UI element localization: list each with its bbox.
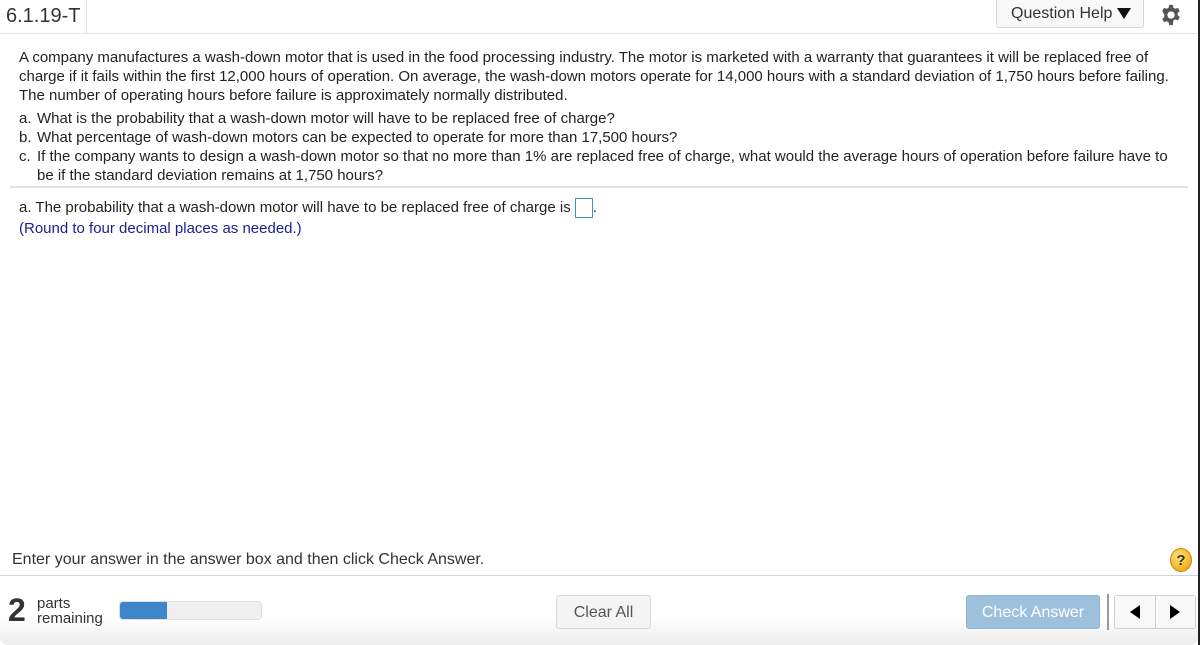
previous-question-button[interactable] bbox=[1115, 596, 1155, 628]
problem-intro: A company manufactures a wash-down motor… bbox=[19, 49, 1169, 104]
answer-input[interactable] bbox=[574, 198, 593, 218]
parts-remaining-label: parts remaining bbox=[37, 596, 103, 626]
progress-bar bbox=[119, 601, 262, 620]
question-nav bbox=[1114, 595, 1196, 629]
item-label: a. bbox=[19, 110, 32, 127]
item-text: What percentage of wash-down motors can … bbox=[37, 129, 678, 146]
problem-items: a. What is the probability that a wash-d… bbox=[19, 109, 1184, 185]
section-divider bbox=[10, 186, 1188, 188]
parts-label-line1: parts bbox=[37, 595, 71, 612]
question-help-label: Question Help bbox=[1011, 5, 1113, 22]
item-label: b. bbox=[19, 129, 32, 146]
item-text: What is the probability that a wash-down… bbox=[37, 110, 615, 127]
left-triangle-icon bbox=[1129, 605, 1140, 619]
next-question-button[interactable] bbox=[1154, 596, 1196, 628]
right-triangle-icon bbox=[1170, 605, 1181, 619]
problem-item: b. What percentage of wash-down motors c… bbox=[19, 128, 1184, 147]
help-icon[interactable]: ? bbox=[1170, 548, 1192, 572]
problem-item: c. If the company wants to design a wash… bbox=[19, 147, 1184, 185]
parts-remaining-count: 2 bbox=[8, 592, 26, 628]
answer-line: a. The probability that a wash-down moto… bbox=[19, 198, 597, 218]
nav-separator bbox=[1107, 594, 1109, 630]
question-help-button[interactable]: Question Help bbox=[996, 0, 1144, 28]
dropdown-triangle-icon bbox=[1117, 8, 1132, 19]
problem-statement: A company manufactures a wash-down motor… bbox=[19, 48, 1184, 185]
gear-icon[interactable] bbox=[1160, 4, 1182, 26]
answer-prompt: a. The probability that a wash-down moto… bbox=[19, 199, 571, 216]
header-bar: 6.1.19-T Question Help bbox=[0, 0, 1198, 34]
problem-item: a. What is the probability that a wash-d… bbox=[19, 109, 1184, 128]
check-answer-button[interactable]: Check Answer bbox=[966, 595, 1100, 629]
answer-suffix: . bbox=[592, 199, 597, 216]
progress-fill bbox=[120, 602, 167, 619]
clear-all-button[interactable]: Clear All bbox=[556, 595, 651, 629]
item-label: c. bbox=[19, 148, 31, 165]
rounding-hint: (Round to four decimal places as needed.… bbox=[19, 220, 302, 237]
parts-label-line2: remaining bbox=[37, 610, 103, 627]
question-id: 6.1.19-T bbox=[0, 0, 88, 33]
item-text: If the company wants to design a wash-do… bbox=[37, 148, 1168, 184]
instruction-text: Enter your answer in the answer box and … bbox=[12, 551, 485, 568]
